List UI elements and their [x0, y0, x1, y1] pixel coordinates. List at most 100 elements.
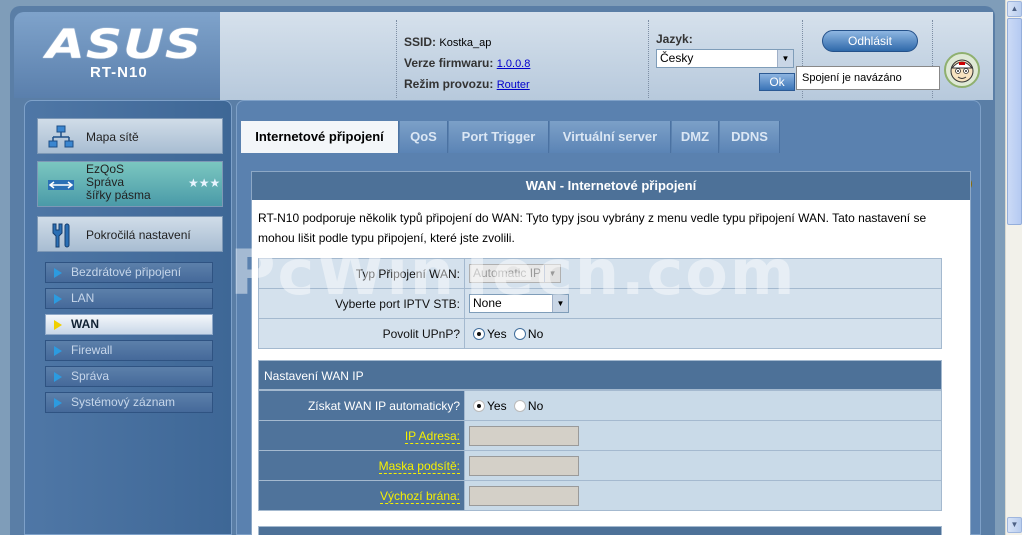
sidebar: Mapa sítě EzQoS Správa šířky pásma ★★★ P…: [24, 100, 232, 535]
sidebar-item-label: LAN: [71, 291, 95, 305]
status-tooltip: Spojení je navázáno: [796, 66, 940, 90]
device-info: SSID: Kostka_ap Verze firmwaru: 1.0.0.8 …: [404, 32, 530, 95]
tab-virtual-server[interactable]: Virtuální server: [550, 121, 671, 153]
upnp-cell: Yes No: [464, 318, 942, 349]
language-select[interactable]: Česky ▼: [656, 49, 794, 68]
table-row: Maska podsítě:: [258, 450, 942, 481]
logo-area: ASUS RT-N10: [14, 12, 220, 98]
table-row: IP Adresa:: [258, 420, 942, 451]
divider: [648, 20, 649, 98]
ip-address-input[interactable]: [469, 425, 579, 446]
iptv-select[interactable]: None ▼: [469, 294, 569, 313]
tab-port-trigger[interactable]: Port Trigger: [449, 121, 549, 153]
network-map-icon: [48, 125, 74, 148]
arrow-right-icon: [54, 320, 62, 330]
auto-ip-no-radio[interactable]: [513, 399, 526, 412]
sidebar-item-ezqos[interactable]: EzQoS Správa šířky pásma ★★★: [37, 161, 223, 207]
sidebar-item-label: WAN: [71, 317, 99, 331]
wan-type-cell: Automatic IP ▼: [464, 258, 942, 289]
sidebar-item-label: Bezdrátové připojení: [71, 265, 182, 279]
ok-button[interactable]: Ok: [759, 73, 795, 91]
auto-ip-cell: Yes No: [464, 390, 942, 421]
chevron-down-icon[interactable]: ▼: [552, 295, 568, 312]
subnet-mask-label-cell: Maska podsítě:: [258, 450, 465, 481]
sidebar-item-label: Správa: [71, 369, 110, 383]
gateway-cell: [464, 480, 942, 511]
header: ASUS RT-N10 SSID: Kostka_ap Verze firmwa…: [14, 12, 993, 100]
connection-status-icon[interactable]: [944, 52, 980, 88]
language-label: Jazyk:: [656, 32, 693, 46]
ip-address-label-cell: IP Adresa:: [258, 420, 465, 451]
gateway-input[interactable]: [469, 485, 579, 506]
firmware-label: Verze firmwaru:: [404, 56, 494, 70]
ezqos-label: šířky pásma: [86, 188, 151, 202]
logout-button[interactable]: Odhlásit: [822, 30, 918, 52]
arrow-right-icon: [54, 294, 62, 304]
vertical-scrollbar[interactable]: ▲ ▼: [1005, 0, 1022, 535]
sidebar-item-system-log[interactable]: Systémový záznam: [45, 392, 213, 413]
main-panel: Internetové připojení QoS Port Trigger V…: [236, 100, 981, 535]
table-row: Vyberte port IPTV STB: None ▼: [258, 288, 942, 319]
tab-ddns[interactable]: DDNS: [720, 121, 780, 153]
chevron-down-icon: ▼: [544, 265, 560, 282]
asus-logo: ASUS: [46, 22, 203, 68]
auto-ip-label: Získat WAN IP automaticky?: [258, 390, 465, 421]
table-row: Výchozí brána:: [258, 480, 942, 511]
upnp-yes-radio[interactable]: [473, 327, 485, 340]
wan-ip-section-header: Nastavení WAN IP: [258, 360, 942, 390]
sidebar-item-firewall[interactable]: Firewall: [45, 340, 213, 361]
gateway-label: Výchozí brána:: [379, 488, 460, 504]
sidebar-item-lan[interactable]: LAN: [45, 288, 213, 309]
table-row: Získat WAN IP automaticky? Yes No: [258, 390, 942, 421]
auto-ip-yes-radio[interactable]: [473, 399, 485, 412]
wan-ip-table: Získat WAN IP automaticky? Yes No IP Adr…: [258, 390, 942, 511]
iptv-value: None: [473, 296, 502, 310]
wan-type-value: Automatic IP: [473, 266, 542, 280]
upnp-label: Povolit UPnP?: [258, 318, 465, 349]
advanced-label: Pokročilá nastavení: [86, 228, 191, 242]
ip-address-label: IP Adresa:: [404, 428, 460, 444]
face-icon: [950, 59, 974, 83]
network-map-label: Mapa sítě: [86, 130, 139, 144]
no-label: No: [527, 398, 544, 413]
arrow-right-icon: [54, 398, 62, 408]
content-area: WAN - Internetové připojení RT-N10 podpo…: [251, 171, 971, 535]
arrow-right-icon: [54, 346, 62, 356]
stars-icon: ★★★: [188, 176, 221, 190]
table-row: Typ Připojení WAN: Automatic IP ▼: [258, 258, 942, 289]
scroll-up-icon[interactable]: ▲: [1007, 1, 1022, 17]
sidebar-item-administration[interactable]: Správa: [45, 366, 213, 387]
mode-link[interactable]: Router: [497, 79, 530, 91]
yes-label: Yes: [487, 326, 507, 341]
sidebar-item-advanced[interactable]: Pokročilá nastavení: [37, 216, 223, 252]
mode-label: Režim provozu:: [404, 77, 494, 91]
sidebar-item-wan[interactable]: WAN: [45, 314, 213, 335]
upnp-no-radio[interactable]: [513, 327, 526, 340]
iptv-cell: None ▼: [464, 288, 942, 319]
sidebar-item-label: Firewall: [71, 343, 113, 357]
scroll-down-icon[interactable]: ▼: [1007, 517, 1022, 533]
tools-icon: [52, 223, 70, 248]
tab-qos[interactable]: QoS: [400, 121, 448, 153]
subnet-mask-label: Maska podsítě:: [378, 458, 460, 474]
sidebar-item-network-map[interactable]: Mapa sítě: [37, 118, 223, 154]
firmware-link[interactable]: 1.0.0.8: [497, 58, 531, 70]
iptv-label: Vyberte port IPTV STB:: [258, 288, 465, 319]
wan-type-select[interactable]: Automatic IP ▼: [469, 264, 561, 283]
chevron-down-icon[interactable]: ▼: [777, 50, 793, 67]
yes-label: Yes: [487, 398, 507, 413]
scrollbar-thumb[interactable]: [1007, 18, 1022, 225]
table-row: Povolit UPnP? Yes No: [258, 318, 942, 349]
ip-address-cell: [464, 420, 942, 451]
model-name: RT-N10: [90, 64, 148, 81]
tab-dmz[interactable]: DMZ: [672, 121, 719, 153]
ssid-label: SSID:: [404, 35, 437, 49]
wan-basic-table: Typ Připojení WAN: Automatic IP ▼ Vybert…: [258, 258, 942, 349]
tab-internet-connection[interactable]: Internetové připojení: [241, 121, 399, 153]
subnet-mask-input[interactable]: [469, 455, 579, 476]
sidebar-item-label: Systémový záznam: [71, 395, 176, 409]
next-section-header: [258, 526, 942, 535]
divider: [396, 20, 397, 98]
language-value: Česky: [660, 51, 694, 65]
sidebar-item-wireless[interactable]: Bezdrátové připojení: [45, 262, 213, 283]
